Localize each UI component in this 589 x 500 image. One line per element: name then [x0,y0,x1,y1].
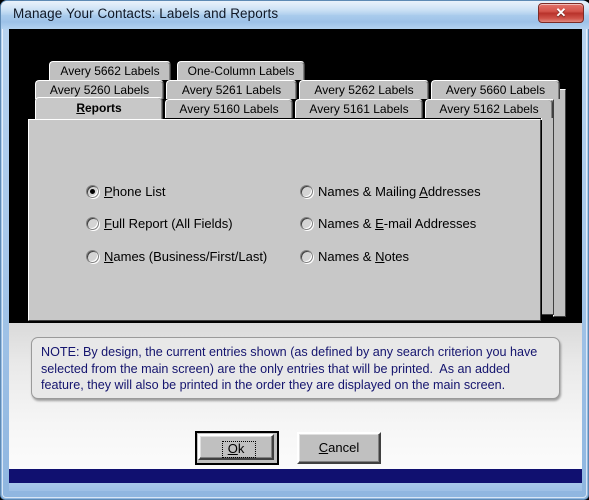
tab-stack-layer-mid [541,99,554,315]
tab-label: Avery 5160 Labels [179,102,279,116]
cancel-button[interactable]: Cancel [297,432,381,464]
window-title: Manage Your Contacts: Labels and Reports [13,6,279,21]
tab-label: Avery 5162 Labels [439,102,539,116]
radio-indicator-icon[interactable] [300,185,313,198]
tab-label: Avery 5262 Labels [314,83,414,97]
status-bar [9,469,582,483]
tab-reports[interactable]: Reports [35,97,163,119]
tab-avery-5662-labels[interactable]: Avery 5662 Labels [49,61,171,80]
radio-indicator-icon[interactable] [300,250,313,263]
radio-label: Names & Mailing Addresses [318,184,481,199]
tab-label: Avery 5161 Labels [309,102,409,116]
tab-avery-5162-labels[interactable]: Avery 5162 Labels [425,99,553,118]
tab-avery-5262-labels[interactable]: Avery 5262 Labels [299,80,429,99]
tab-one-column-labels[interactable]: One-Column Labels [177,61,305,80]
ok-button-focus-rect [222,441,256,458]
radio-indicator-icon[interactable] [86,185,99,198]
tab-label: Avery 5660 Labels [445,83,546,97]
ok-button[interactable]: Ok [198,434,274,460]
tab-label: Avery 5261 Labels [181,83,282,97]
tab-label: Avery 5260 Labels [49,83,150,97]
radio-label: Phone List [104,184,166,199]
radio-names-and-notes[interactable]: Names & Notes [300,249,409,264]
window-bottom-frame [9,483,582,491]
close-button[interactable]: ✕ [538,3,584,23]
tab-avery-5261-labels[interactable]: Avery 5261 Labels [166,80,297,99]
tab-stack-layer-back [553,89,566,317]
radio-names-and-mailing-addresses[interactable]: Names & Mailing Addresses [300,184,481,199]
note-panel: NOTE: By design, the current entries sho… [31,337,560,399]
radio-indicator-icon[interactable] [86,217,99,230]
radio-indicator-icon[interactable] [86,250,99,263]
title-bar[interactable]: Manage Your Contacts: Labels and Reports… [1,1,589,29]
tab-label: One-Column Labels [187,64,295,78]
tab-label: Avery 5662 Labels [60,64,160,78]
radio-label: Names & E-mail Addresses [318,216,477,231]
radio-names-business-first-last[interactable]: Names (Business/First/Last) [86,249,267,264]
radio-indicator-icon[interactable] [300,217,313,230]
application-window: Manage Your Contacts: Labels and Reports… [0,0,589,500]
close-icon: ✕ [555,5,567,20]
tab-page-reports: Phone List Full Report (All Fields) Names … [28,119,541,321]
tab-avery-5160-labels[interactable]: Avery 5160 Labels [165,99,293,118]
note-text: NOTE: By design, the current entries sho… [41,345,541,392]
radio-label: Names (Business/First/Last) [104,249,268,264]
radio-names-and-e-mail-addresses[interactable]: Names & E-mail Addresses [300,216,476,231]
radio-full-report-all-fields[interactable]: Full Report (All Fields) [86,216,233,231]
tab-label: Reports [76,101,122,115]
tab-avery-5660-labels[interactable]: Avery 5660 Labels [431,80,560,99]
ok-button-default-border: Ok [195,431,279,465]
tab-avery-5161-labels[interactable]: Avery 5161 Labels [295,99,423,118]
radio-phone-list[interactable]: Phone List [86,184,165,199]
radio-label: Names & Notes [318,249,410,264]
radio-label: Full Report (All Fields) [104,216,233,231]
